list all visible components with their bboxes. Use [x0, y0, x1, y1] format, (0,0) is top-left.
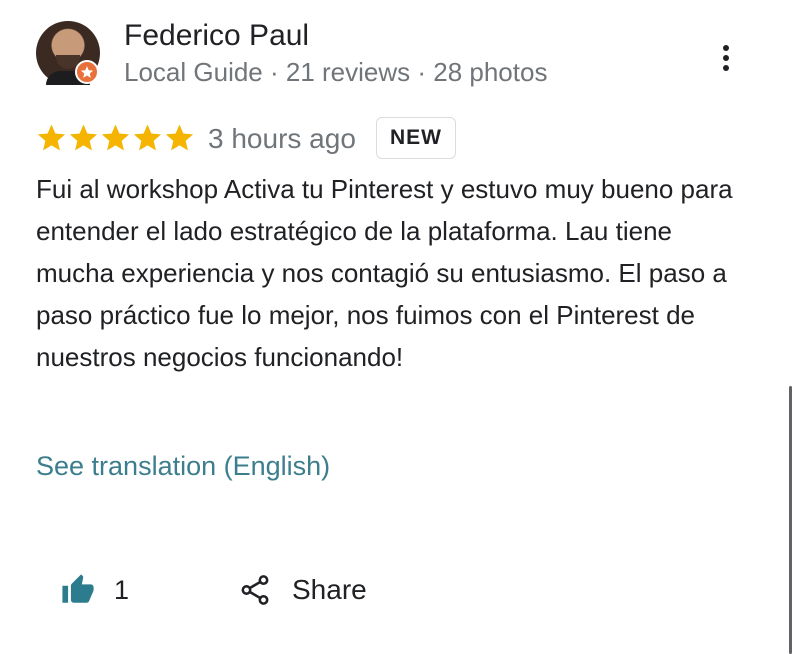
share-label: Share — [292, 574, 367, 605]
share-icon — [241, 575, 269, 605]
star-icon — [69, 124, 98, 151]
review-text: Fui al workshop Activa tu Pinterest y es… — [36, 174, 733, 372]
scrollbar[interactable] — [789, 386, 792, 654]
review-time: 3 hours ago — [208, 123, 356, 154]
like-button[interactable]: 1 — [60, 570, 129, 610]
star-rating — [36, 122, 195, 153]
reviewer-subline: Local Guide · 21 reviews · 28 photos — [124, 57, 548, 87]
see-translation-link[interactable]: See translation (English) — [36, 448, 330, 484]
share-button[interactable]: Share — [238, 570, 367, 610]
star-icon — [165, 124, 194, 151]
local-guide-badge-icon — [75, 60, 99, 84]
more-vert-icon — [723, 45, 729, 71]
star-icon — [37, 124, 66, 151]
like-count: 1 — [114, 574, 130, 605]
star-icon — [133, 124, 162, 151]
more-options-button[interactable] — [710, 38, 742, 78]
review-card: Federico Paul Local Guide · 21 reviews ·… — [0, 0, 794, 654]
thumbs-up-icon — [62, 574, 94, 603]
star-icon — [101, 124, 130, 151]
reviewer-name[interactable]: Federico Paul — [124, 18, 309, 54]
new-badge: NEW — [376, 117, 456, 159]
